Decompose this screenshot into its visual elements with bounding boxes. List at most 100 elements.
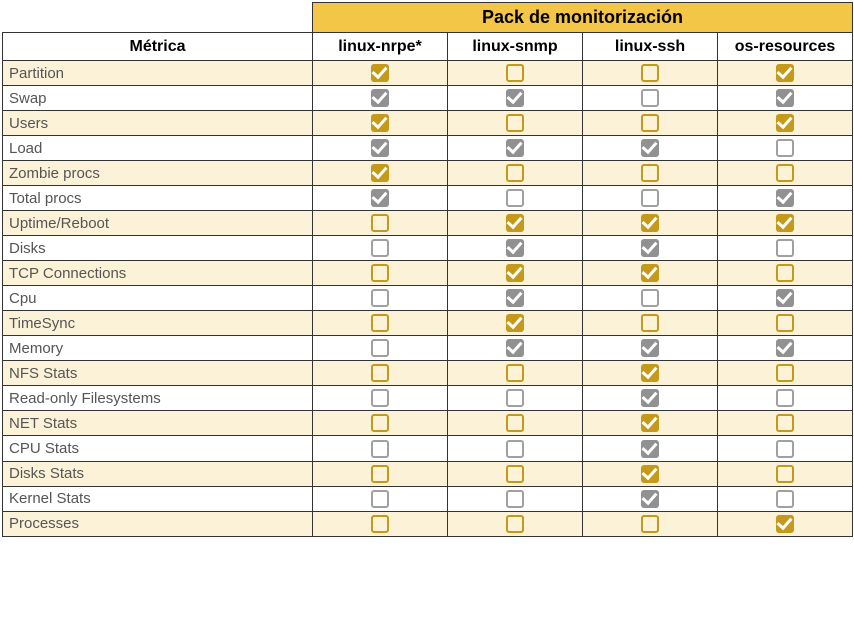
metric-label: TCP Connections (3, 261, 313, 286)
checkbox-empty-icon (506, 465, 524, 483)
checkbox-checked-icon (776, 339, 794, 357)
matrix-cell (313, 361, 448, 386)
checkbox-empty-icon (506, 364, 524, 382)
checkbox-empty-icon (506, 189, 524, 207)
corner-blank (3, 3, 313, 33)
checkbox-empty-icon (506, 515, 524, 533)
metric-label: Partition (3, 61, 313, 86)
matrix-cell (583, 136, 718, 161)
matrix-cell (313, 486, 448, 511)
checkbox-checked-icon (506, 214, 524, 232)
metric-label: Cpu (3, 286, 313, 311)
matrix-cell (448, 211, 583, 236)
checkbox-empty-icon (506, 164, 524, 182)
metric-label: Total procs (3, 186, 313, 211)
checkbox-empty-icon (776, 364, 794, 382)
checkbox-empty-icon (776, 389, 794, 407)
checkbox-empty-icon (776, 139, 794, 157)
matrix-cell (718, 261, 853, 286)
matrix-cell (313, 86, 448, 111)
checkbox-empty-icon (371, 289, 389, 307)
checkbox-empty-icon (371, 440, 389, 458)
matrix-cell (718, 511, 853, 536)
checkbox-empty-icon (371, 465, 389, 483)
metric-label: Users (3, 111, 313, 136)
checkbox-empty-icon (641, 114, 659, 132)
matrix-cell (718, 436, 853, 461)
checkbox-checked-icon (506, 264, 524, 282)
checkbox-empty-icon (506, 414, 524, 432)
checkbox-empty-icon (776, 440, 794, 458)
checkbox-empty-icon (776, 264, 794, 282)
matrix-cell (313, 311, 448, 336)
checkbox-empty-icon (776, 314, 794, 332)
matrix-cell (313, 211, 448, 236)
metric-label: NET Stats (3, 411, 313, 436)
matrix-cell (583, 86, 718, 111)
checkbox-empty-icon (506, 440, 524, 458)
metric-label: Swap (3, 86, 313, 111)
matrix-cell (583, 511, 718, 536)
checkbox-checked-icon (371, 89, 389, 107)
metric-label: NFS Stats (3, 361, 313, 386)
metric-label: Disks Stats (3, 461, 313, 486)
pack-column-header: os-resources (718, 33, 853, 61)
matrix-cell (583, 186, 718, 211)
checkbox-checked-icon (506, 314, 524, 332)
matrix-cell (583, 236, 718, 261)
checkbox-checked-icon (641, 465, 659, 483)
matrix-cell (583, 286, 718, 311)
matrix-cell (718, 61, 853, 86)
matrix-cell (718, 336, 853, 361)
matrix-cell (583, 461, 718, 486)
checkbox-checked-icon (641, 139, 659, 157)
matrix-cell (583, 361, 718, 386)
checkbox-empty-icon (371, 414, 389, 432)
checkbox-checked-icon (776, 214, 794, 232)
table-row: Uptime/Reboot (3, 211, 853, 236)
metric-label: Read-only Filesystems (3, 386, 313, 411)
matrix-cell (313, 61, 448, 86)
table-row: Users (3, 111, 853, 136)
table-row: Partition (3, 61, 853, 86)
checkbox-checked-icon (776, 289, 794, 307)
matrix-cell (583, 311, 718, 336)
matrix-cell (718, 236, 853, 261)
matrix-cell (313, 511, 448, 536)
matrix-cell (718, 161, 853, 186)
metric-label: Disks (3, 236, 313, 261)
matrix-cell (448, 436, 583, 461)
matrix-cell (718, 311, 853, 336)
table-row: Memory (3, 336, 853, 361)
checkbox-checked-icon (641, 389, 659, 407)
table-row: Kernel Stats (3, 486, 853, 511)
table-row: CPU Stats (3, 436, 853, 461)
checkbox-checked-icon (371, 139, 389, 157)
checkbox-empty-icon (506, 490, 524, 508)
checkbox-checked-icon (371, 64, 389, 82)
matrix-cell (313, 136, 448, 161)
matrix-cell (448, 461, 583, 486)
checkbox-empty-icon (371, 364, 389, 382)
table-row: Load (3, 136, 853, 161)
matrix-cell (313, 336, 448, 361)
matrix-cell (448, 186, 583, 211)
table-row: Total procs (3, 186, 853, 211)
matrix-cell (448, 411, 583, 436)
checkbox-checked-icon (641, 414, 659, 432)
checkbox-checked-icon (641, 214, 659, 232)
checkbox-empty-icon (641, 189, 659, 207)
matrix-cell (718, 186, 853, 211)
pack-column-header: linux-nrpe* (313, 33, 448, 61)
checkbox-checked-icon (641, 239, 659, 257)
checkbox-checked-icon (371, 189, 389, 207)
checkbox-empty-icon (641, 89, 659, 107)
matrix-cell (448, 236, 583, 261)
checkbox-empty-icon (506, 389, 524, 407)
matrix-cell (448, 111, 583, 136)
matrix-cell (718, 136, 853, 161)
checkbox-checked-icon (641, 440, 659, 458)
checkbox-empty-icon (641, 515, 659, 533)
checkbox-empty-icon (641, 164, 659, 182)
checkbox-empty-icon (776, 164, 794, 182)
